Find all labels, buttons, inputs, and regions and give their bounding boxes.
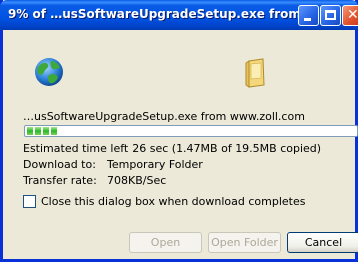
estimated-time-label: Estimated time left bbox=[23, 142, 129, 155]
progress-block bbox=[27, 127, 33, 135]
progress-fill bbox=[27, 127, 355, 135]
maximize-button[interactable] bbox=[320, 5, 341, 26]
download-dialog: 9% of …usSoftwareUpgradeSetup.exe from …… bbox=[0, 0, 358, 262]
estimated-time-value: 26 sec (1.47MB of 19.5MB copied) bbox=[132, 142, 322, 155]
close-when-complete-checkbox[interactable] bbox=[23, 195, 36, 208]
download-to-value: Temporary Folder bbox=[107, 158, 203, 171]
download-progress-bar bbox=[24, 125, 358, 137]
maximize-icon bbox=[325, 10, 336, 20]
close-button[interactable]: ✕ bbox=[342, 5, 358, 26]
window-title: 9% of …usSoftwareUpgradeSetup.exe from … bbox=[8, 7, 298, 21]
estimated-time-row: Estimated time left 26 sec (1.47MB of 19.… bbox=[23, 142, 321, 155]
open-folder-button[interactable]: Open Folder bbox=[208, 232, 281, 253]
minimize-button[interactable] bbox=[298, 5, 319, 26]
globe-icon bbox=[35, 58, 63, 86]
close-icon: ✕ bbox=[347, 7, 358, 23]
transfer-rate-row: Transfer rate: 708KB/Sec bbox=[23, 174, 166, 187]
download-file-source: …usSoftwareUpgradeSetup.exe from www.zol… bbox=[23, 110, 305, 123]
progress-block bbox=[43, 127, 49, 135]
progress-block bbox=[35, 127, 41, 135]
transfer-rate-label: Transfer rate: bbox=[23, 174, 97, 187]
open-button[interactable]: Open bbox=[129, 232, 202, 253]
cancel-button[interactable]: Cancel bbox=[287, 232, 358, 253]
download-to-row: Download to: Temporary Folder bbox=[23, 158, 203, 171]
download-to-label: Download to: bbox=[23, 158, 96, 171]
close-when-complete-label[interactable]: Close this dialog box when download comp… bbox=[41, 195, 305, 208]
progress-block bbox=[51, 127, 57, 135]
close-when-complete-option[interactable]: Close this dialog box when download comp… bbox=[23, 195, 305, 208]
minimize-icon bbox=[304, 18, 311, 21]
transfer-rate-value: 708KB/Sec bbox=[107, 174, 167, 187]
folder-icon bbox=[245, 58, 265, 88]
title-bar[interactable]: 9% of …usSoftwareUpgradeSetup.exe from …… bbox=[0, 0, 358, 30]
